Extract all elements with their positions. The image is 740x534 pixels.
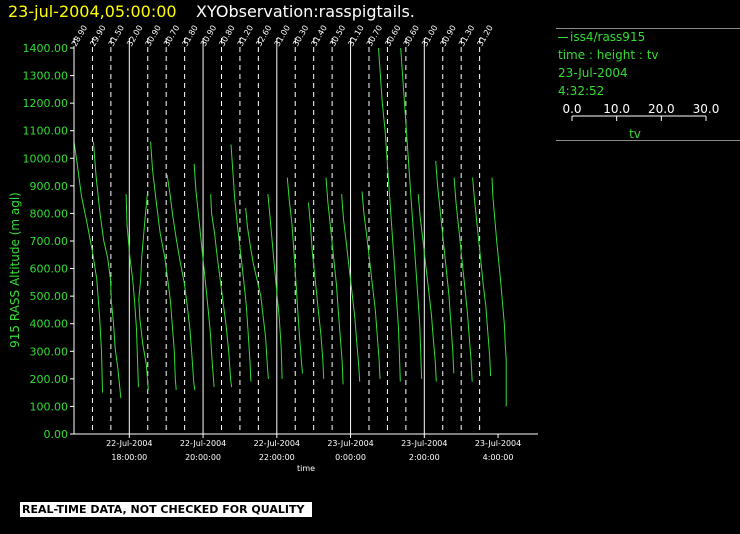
legend-series-label: iss4/rass915 [570, 30, 646, 44]
y-tick-label: 1300.00 [23, 70, 69, 83]
profile-top-label: 31.30 [457, 24, 476, 48]
y-tick-label: 1000.00 [23, 152, 69, 165]
legend-scale-tick-label: 0.0 [562, 102, 581, 116]
legend-separator-top [556, 28, 740, 29]
x-tick-time-label: 20:00:00 [185, 453, 221, 462]
profile-top-label: 31.00 [420, 24, 439, 48]
profile-trace [125, 194, 139, 388]
profile-top-label: 31.40 [310, 24, 329, 48]
y-tick-label: 300.00 [30, 345, 69, 358]
profile-trace [138, 194, 149, 390]
profile-top-label: 30.30 [291, 24, 310, 48]
profile-trace [325, 177, 344, 385]
profile-top-label: 29.90 [88, 24, 107, 48]
profile-trace [166, 174, 196, 390]
x-tick-date-label: 22-Jul-2004 [180, 439, 226, 448]
y-tick-label: 1100.00 [23, 125, 69, 138]
profile-trace [453, 177, 473, 382]
profile-trace [150, 141, 177, 390]
legend-separator-bottom [556, 140, 740, 141]
legend-scale: 0.0 10.0 20.0 30.0 tv [562, 102, 720, 141]
profile-top-label: 32.60 [254, 24, 273, 48]
x-axis-ticks: 22-Jul-2004 18:00:00 22-Jul-2004 20:00:00 22… [106, 434, 521, 462]
y-tick-label: 700.00 [30, 235, 69, 248]
profile-top-label: 30.50 [328, 24, 347, 48]
profile-top-label: 30.60 [383, 24, 402, 48]
x-tick-date-label: 22-Jul-2004 [106, 439, 152, 448]
profile-top-label: 32.00 [125, 24, 144, 48]
profile-trace [210, 194, 233, 388]
y-tick-label: 600.00 [30, 263, 69, 276]
x-axis-label: time [297, 464, 315, 473]
y-tick-label: 0.00 [44, 428, 69, 441]
profile-top-label: 31.10 [346, 24, 365, 48]
legend-scale-label: tv [629, 127, 641, 141]
y-tick-label: 200.00 [30, 373, 69, 386]
profile-top-label: 30.90 [439, 24, 458, 48]
y-axis-label: 915 RASS Altitude (m agl) [8, 192, 22, 348]
legend-series-row: iss4/rass915 [556, 28, 740, 46]
y-tick-label: 1400.00 [23, 42, 69, 55]
profile-top-label: 30.70 [365, 24, 384, 48]
y-tick-label: 400.00 [30, 318, 69, 331]
profile-trace [400, 47, 423, 379]
x-tick-time-label: 18:00:00 [111, 453, 147, 462]
legend-panel: iss4/rass915 time : height : tv 23-Jul-2… [556, 28, 740, 141]
profile-trace [378, 47, 401, 382]
profile-trace [472, 177, 492, 377]
quality-warning: REAL-TIME DATA, NOT CHECKED FOR QUALITY [20, 502, 313, 517]
legend-date: 23-Jul-2004 [558, 66, 628, 80]
x-tick-time-label: 2:00:00 [409, 453, 440, 462]
legend-desc: time : height : tv [558, 48, 659, 62]
profile-trace [308, 202, 325, 379]
profile-top-label: 31.20 [476, 24, 495, 48]
legend-scale-tick-label: 20.0 [648, 102, 675, 116]
y-tick-label: 800.00 [30, 207, 69, 220]
profile-trace [230, 144, 252, 382]
x-tick-date-label: 22-Jul-2004 [254, 439, 300, 448]
profile-top-label: 30.80 [217, 24, 236, 48]
profile-top-label: 30.90 [199, 24, 218, 48]
chart-window: 23-jul-2004,05:00:00 XYObservation:rassp… [0, 0, 740, 534]
x-tick-date-label: 23-Jul-2004 [475, 439, 521, 448]
x-tick-date-label: 23-Jul-2004 [401, 439, 447, 448]
profile-trace [435, 160, 455, 374]
profile-top-label: 31.80 [181, 24, 200, 48]
profile-top-label: 30.60 [402, 24, 421, 48]
y-tick-label: 100.00 [30, 400, 69, 413]
legend-time: 4:32:52 [558, 84, 605, 98]
profile-trace [73, 141, 103, 393]
y-tick-label: 500.00 [30, 290, 69, 303]
legend-scale-tick-label: 30.0 [693, 102, 720, 116]
y-tick-label: 900.00 [30, 180, 69, 193]
x-tick-time-label: 0:00:00 [335, 453, 366, 462]
profile-top-labels: 28.90 29.90 31.50 32.00 30.90 30.70 31.80 30.90… [70, 24, 495, 48]
rass-chart: 0.00 100.00 200.00 300.00 400.00 500.00 600.00… [8, 24, 538, 473]
x-tick-time-label: 22:00:00 [259, 453, 295, 462]
profile-grid [73, 38, 481, 434]
profile-trace [361, 191, 381, 379]
x-tick-time-label: 4:00:00 [483, 453, 514, 462]
legend-scale-tick-label: 10.0 [603, 102, 630, 116]
profile-trace [491, 177, 507, 407]
profile-traces [73, 47, 507, 407]
y-axis-ticks: 0.00 100.00 200.00 300.00 400.00 500.00 600.00… [23, 42, 74, 441]
profile-top-label: 31.20 [236, 24, 255, 48]
legend-line-icon [558, 37, 568, 38]
profile-top-label: 31.50 [107, 24, 126, 48]
profile-top-label: 28.90 [70, 24, 89, 48]
profile-trace [92, 141, 122, 399]
x-tick-date-label: 23-Jul-2004 [327, 439, 373, 448]
y-tick-label: 1200.00 [23, 97, 69, 110]
profile-top-label: 30.70 [162, 24, 181, 48]
profile-top-label: 31.00 [273, 24, 292, 48]
profile-trace [267, 194, 283, 379]
profile-top-label: 30.90 [144, 24, 163, 48]
